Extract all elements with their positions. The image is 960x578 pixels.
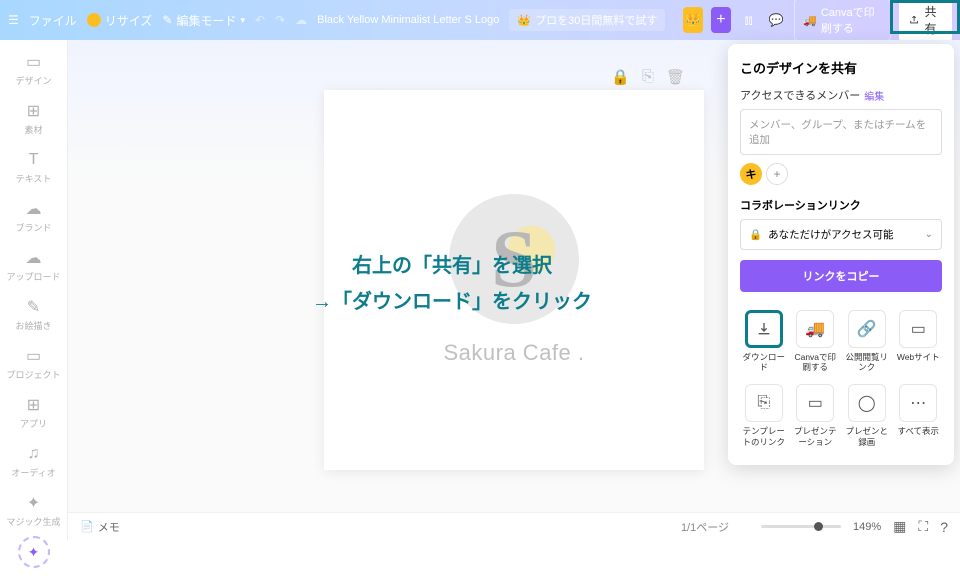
action-public-link[interactable]: 🔗 公開閲覧リンク	[843, 306, 891, 376]
sidebar-item-brand[interactable]: ☁ブランド	[0, 193, 67, 240]
design-icon: ▭	[24, 52, 44, 72]
page-indicator[interactable]: 1/1ページ	[681, 519, 729, 535]
edit-mode-menu[interactable]: ✎ 編集モード ▾	[162, 12, 245, 29]
action-present-record[interactable]: ◯ プレゼンと録画	[843, 380, 891, 450]
resize-menu[interactable]: リサイズ	[87, 12, 153, 29]
link-access-select[interactable]: 🔒 あなただけがアクセス可能 ⌄	[740, 219, 942, 250]
undo-button[interactable]: ↶	[255, 13, 265, 27]
help-icon[interactable]: ?	[940, 519, 948, 535]
sidebar-item-projects[interactable]: ▭プロジェクト	[0, 340, 67, 387]
sidebar-item-draw[interactable]: ✎お絵描き	[0, 291, 67, 338]
grid-view-icon[interactable]: ▦	[893, 518, 906, 535]
collab-link-label: コラボレーションリンク	[740, 197, 942, 213]
projects-icon: ▭	[24, 346, 44, 366]
lock-icon[interactable]: 🔒	[611, 68, 630, 86]
bottombar: 📄 メモ 1/1ページ 149% ▦ ⛶ ?	[68, 512, 960, 540]
action-download[interactable]: ダウンロード	[740, 306, 788, 376]
action-presentation[interactable]: ▭ プレゼンテーション	[792, 380, 840, 450]
logo-text[interactable]: Sakura Cafe .	[443, 340, 584, 366]
canvas-tools: 🔒 ⎘ 🗑	[611, 68, 685, 86]
member-input[interactable]: メンバー、グループ、またはチームを追加	[740, 109, 942, 155]
copy-link-button[interactable]: リンクをコピー	[740, 260, 942, 292]
instruction-overlay: 右上の「共有」を選択 →「ダウンロード」をクリック	[312, 248, 592, 320]
cloud-icon: ☁	[295, 13, 307, 27]
zoom-value[interactable]: 149%	[853, 521, 881, 533]
template-icon: ⎘	[745, 384, 783, 422]
sidebar-item-elements[interactable]: ⊞素材	[0, 95, 67, 142]
action-print[interactable]: 🚚 Canvaで印刷する	[792, 306, 840, 376]
chevron-down-icon: ⌄	[925, 229, 933, 240]
sidebar-item-apps[interactable]: ⊞アプリ	[0, 389, 67, 436]
access-edit-link[interactable]: 編集	[864, 88, 884, 103]
share-panel-title: このデザインを共有	[740, 58, 942, 77]
duplicate-icon[interactable]: ⎘	[642, 68, 654, 86]
website-icon: ▭	[899, 310, 937, 348]
elements-icon: ⊞	[24, 101, 44, 121]
draw-icon: ✎	[24, 297, 44, 317]
more-icon: ⋯	[899, 384, 937, 422]
add-member-button[interactable]: +	[766, 163, 788, 185]
download-icon	[745, 310, 783, 348]
ai-assistant-button[interactable]: ✦	[18, 536, 50, 568]
user-avatar[interactable]: キ	[740, 163, 762, 185]
share-button[interactable]: 共有	[899, 0, 952, 42]
magic-icon: ✦	[24, 493, 44, 513]
memo-button[interactable]: 📄 メモ	[80, 519, 120, 535]
zoom-slider[interactable]	[761, 525, 841, 528]
share-panel: このデザインを共有 アクセスできるメンバー 編集 メンバー、グループ、またはチー…	[728, 44, 954, 465]
sidebar-item-upload[interactable]: ☁アップロード	[0, 242, 67, 289]
analytics-icon[interactable]: ⫾⫾	[739, 7, 759, 33]
record-icon: ◯	[848, 384, 886, 422]
plus-button[interactable]: +	[711, 7, 731, 33]
crown-button[interactable]: 👑	[683, 7, 703, 33]
lock-icon: 🔒	[749, 228, 762, 241]
share-icon	[909, 13, 919, 27]
brand-icon: ☁	[24, 199, 44, 219]
topbar: ☰ ファイル リサイズ ✎ 編集モード ▾ ↶ ↷ ☁ Black Yellow…	[0, 0, 960, 40]
fullscreen-icon[interactable]: ⛶	[918, 518, 928, 535]
presentation-icon: ▭	[796, 384, 834, 422]
text-icon: T	[24, 150, 44, 170]
trial-button[interactable]: 👑 プロを30日間無料で試す	[509, 9, 665, 31]
audio-icon: ♫	[24, 444, 44, 464]
action-template-link[interactable]: ⎘ テンプレートのリンク	[740, 380, 788, 450]
hamburger-icon[interactable]: ☰	[8, 13, 19, 27]
document-title[interactable]: Black Yellow Minimalist Letter S Logo	[317, 14, 499, 26]
sidebar-item-design[interactable]: ▭デザイン	[0, 46, 67, 93]
truck-icon: 🚚	[796, 310, 834, 348]
file-menu[interactable]: ファイル	[29, 12, 77, 29]
action-website[interactable]: ▭ Webサイト	[895, 306, 943, 376]
left-sidebar: ▭デザイン ⊞素材 Tテキスト ☁ブランド ☁アップロード ✎お絵描き ▭プロジ…	[0, 40, 68, 540]
sidebar-item-text[interactable]: Tテキスト	[0, 144, 67, 191]
access-label: アクセスできるメンバー	[740, 87, 860, 103]
sidebar-item-audio[interactable]: ♫オーディオ	[0, 438, 67, 485]
print-button[interactable]: 🚚 Canvaで印刷する	[794, 0, 891, 41]
link-icon: 🔗	[848, 310, 886, 348]
action-show-all[interactable]: ⋯ すべて表示	[895, 380, 943, 450]
redo-button[interactable]: ↷	[275, 13, 285, 27]
crown-icon	[87, 13, 101, 27]
upload-icon: ☁	[24, 248, 44, 268]
apps-icon: ⊞	[24, 395, 44, 415]
comment-icon[interactable]: 💬	[766, 7, 786, 33]
trash-icon[interactable]: 🗑	[666, 68, 685, 86]
sidebar-item-magic[interactable]: ✦マジック生成	[0, 487, 67, 534]
